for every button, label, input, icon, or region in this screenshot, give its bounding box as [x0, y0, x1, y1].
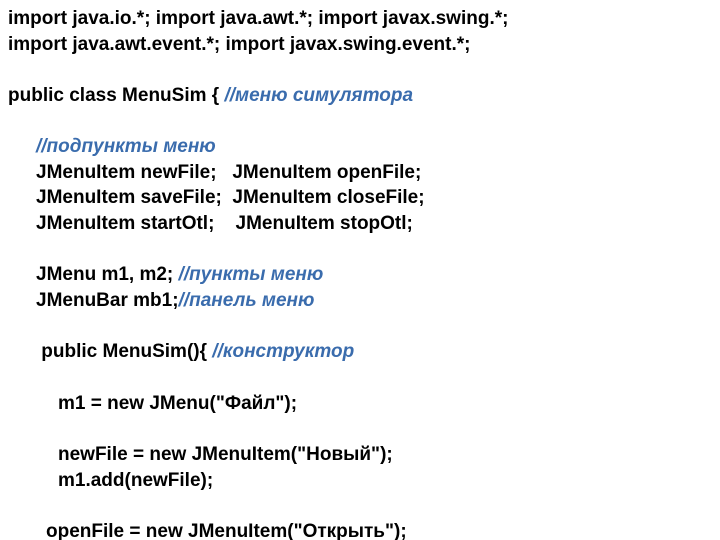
code-text: openFile = new JMenuItem("Открыть"); [46, 521, 407, 540]
blank-line [8, 416, 712, 442]
code-text: JMenu m1, m2; [36, 264, 179, 285]
code-line: m1.add(newFile); [8, 468, 712, 494]
code-line: public class MenuSim { //меню симулятора [8, 83, 712, 109]
code-line: public MenuSim(){ //конструктор [8, 339, 712, 365]
blank-line [8, 365, 712, 391]
code-comment: //панель меню [179, 290, 315, 311]
code-text: m1 = new JMenu("Файл"); [58, 393, 297, 414]
code-comment: //пункты меню [179, 264, 324, 285]
code-text: JMenuItem startOtl; JMenuItem stopOtl; [36, 213, 413, 234]
code-line: //подпункты меню [8, 134, 712, 160]
code-text: JMenuItem saveFile; JMenuItem closeFile; [36, 187, 425, 208]
blank-line [8, 314, 712, 340]
code-comment: //подпункты меню [36, 136, 216, 157]
code-text: JMenuBar mb1; [36, 290, 179, 311]
code-line: newFile = new JMenuItem("Новый"); [8, 442, 712, 468]
code-line: JMenuItem saveFile; JMenuItem closeFile; [8, 185, 712, 211]
code-line: openFile = new JMenuItem("Открыть"); [8, 519, 712, 540]
code-line: JMenuItem startOtl; JMenuItem stopOtl; [8, 211, 712, 237]
code-comment: //меню симулятора [224, 85, 413, 106]
code-line: JMenuBar mb1;//панель меню [8, 288, 712, 314]
code-text: public class MenuSim { [8, 85, 224, 106]
blank-line [8, 237, 712, 263]
code-line: import java.io.*; import java.awt.*; imp… [8, 6, 712, 32]
blank-line [8, 57, 712, 83]
code-text: public MenuSim(){ [36, 341, 212, 362]
blank-line [8, 493, 712, 519]
code-line: import java.awt.event.*; import javax.sw… [8, 32, 712, 58]
code-text: m1.add(newFile); [58, 470, 213, 491]
code-slide: import java.io.*; import java.awt.*; imp… [0, 0, 720, 540]
code-line: m1 = new JMenu("Файл"); [8, 391, 712, 417]
code-line: JMenuItem newFile; JMenuItem openFile; [8, 160, 712, 186]
code-text: newFile = new JMenuItem("Новый"); [58, 444, 393, 465]
code-line: JMenu m1, m2; //пункты меню [8, 262, 712, 288]
code-text: JMenuItem newFile; JMenuItem openFile; [36, 162, 421, 183]
blank-line [8, 109, 712, 135]
code-comment: //конструктор [212, 341, 354, 362]
